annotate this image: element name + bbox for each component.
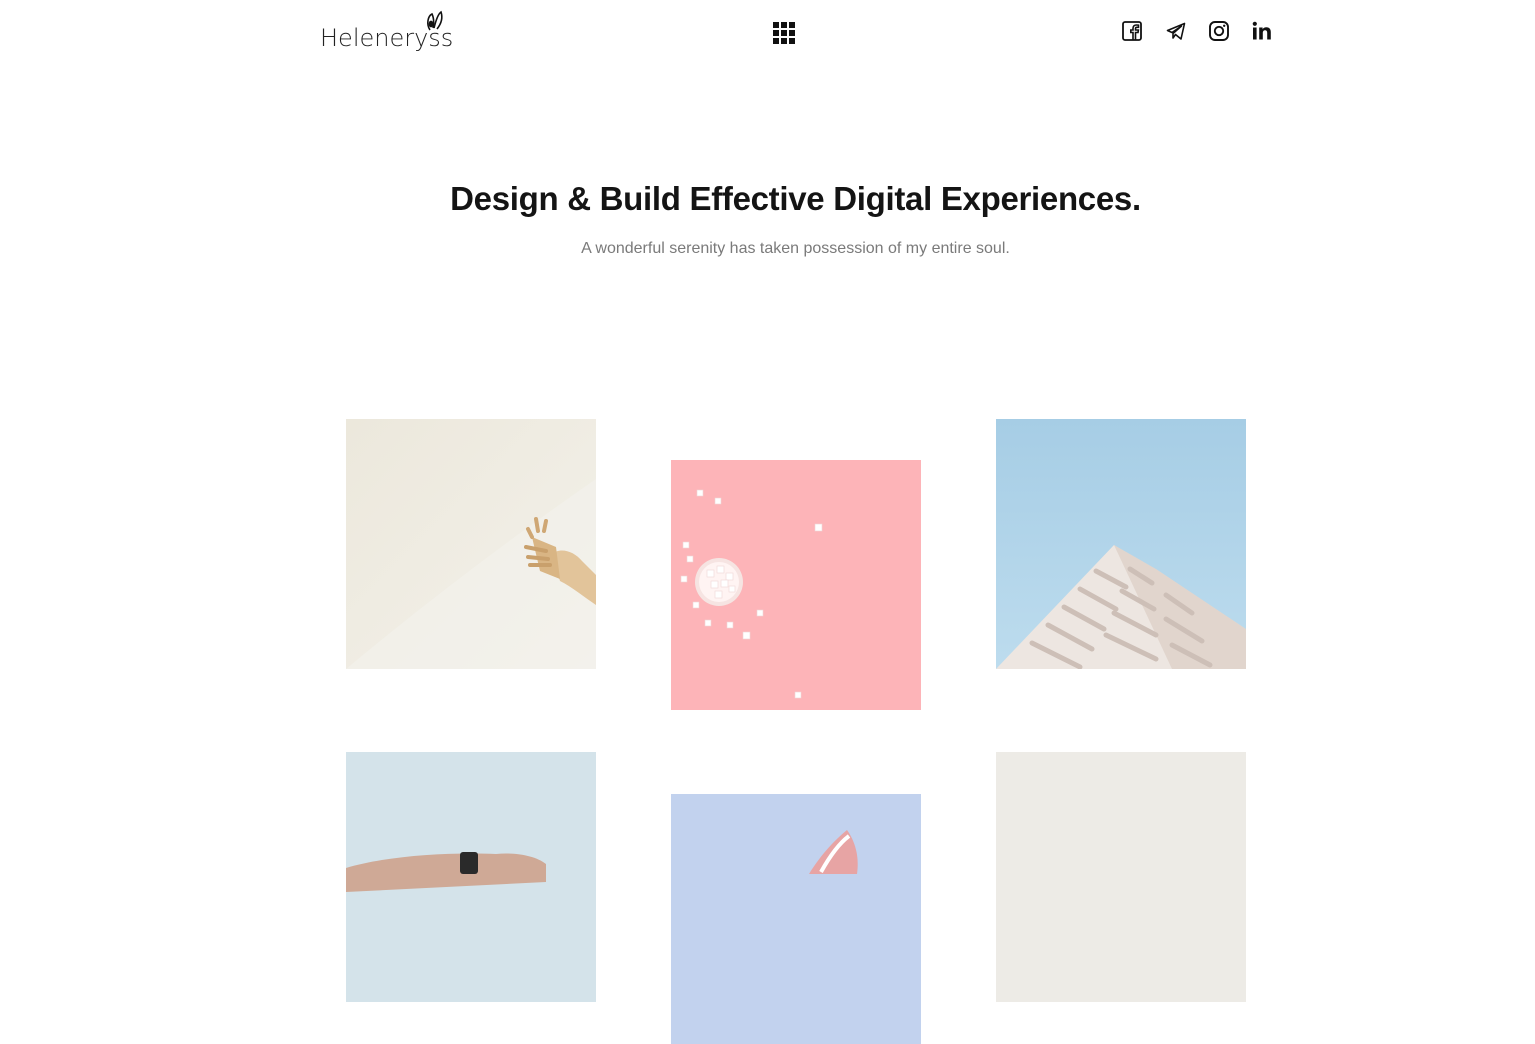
wooden-hand-image [346, 419, 596, 669]
instagram-icon[interactable] [1208, 20, 1230, 42]
gallery-item-abstract[interactable] [671, 794, 921, 1044]
hero-subtitle: A wonderful serenity has taken possessio… [581, 240, 1010, 257]
gallery-item-grey[interactable] [996, 752, 1246, 1002]
bunny-icon [427, 10, 443, 31]
hand-watch-image [346, 752, 596, 1002]
grey-image [996, 752, 1246, 1002]
gallery-item-building[interactable] [996, 419, 1246, 669]
building-image [996, 419, 1246, 669]
abstract-image [671, 794, 921, 1044]
site-header: Heleneryss [0, 0, 1535, 64]
gallery-item-hand-watch[interactable] [346, 752, 596, 1002]
grid-menu-icon[interactable] [773, 22, 795, 44]
marshmallows-image [671, 460, 921, 710]
facebook-icon[interactable] [1121, 20, 1143, 42]
telegram-icon[interactable] [1165, 20, 1187, 42]
gallery-item-wooden-hand[interactable] [346, 419, 596, 669]
linkedin-icon[interactable] [1251, 20, 1273, 42]
gallery-item-marshmallows[interactable] [671, 460, 921, 710]
hero-section: Design & Build Effective Digital Experie… [0, 180, 1535, 258]
hero-title: Design & Build Effective Digital Experie… [450, 180, 1141, 217]
